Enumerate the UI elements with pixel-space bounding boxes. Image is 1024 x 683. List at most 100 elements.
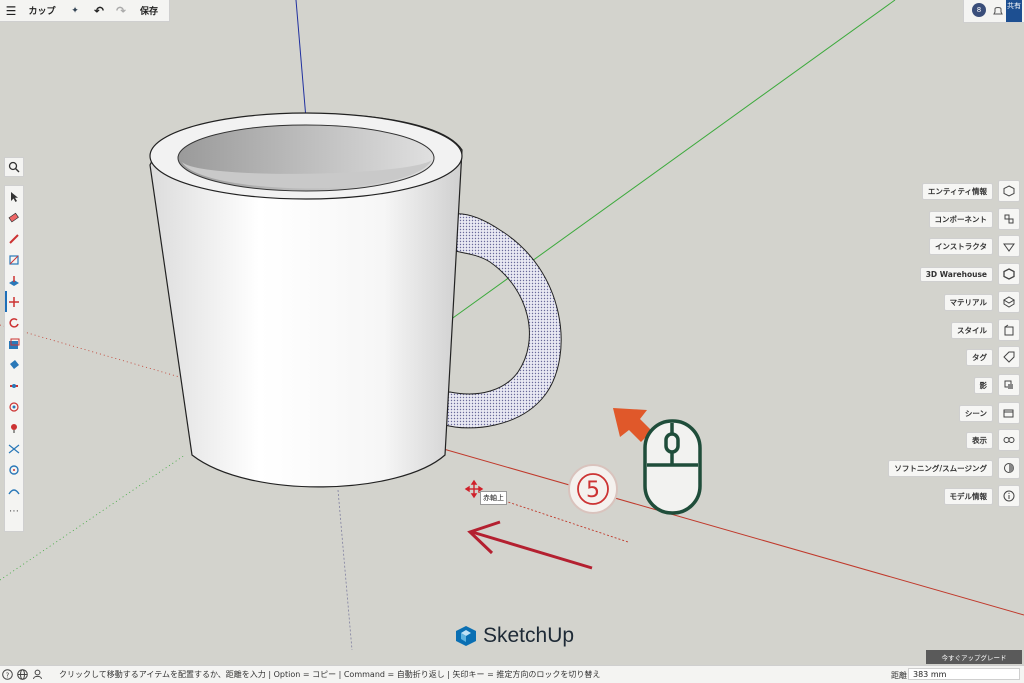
model-info-icon[interactable] — [998, 485, 1020, 507]
panel-label[interactable]: マテリアル — [943, 293, 993, 311]
panel-item-instructor[interactable]: インストラクタ — [928, 235, 1020, 257]
rotate-tool[interactable] — [5, 312, 23, 333]
materials-icon[interactable] — [998, 291, 1020, 313]
panel-item-display[interactable]: 表示 — [966, 429, 1020, 451]
soften-icon[interactable] — [998, 457, 1020, 479]
undo-icon[interactable]: ↶ — [88, 4, 110, 18]
section-tool[interactable] — [5, 438, 23, 459]
shadows-icon[interactable] — [998, 374, 1020, 396]
panel-item-styles[interactable]: スタイル — [951, 319, 1020, 341]
share-button[interactable]: 共有 — [1006, 0, 1022, 22]
components-icon[interactable] — [998, 208, 1020, 230]
arc-tool[interactable] — [5, 480, 23, 501]
more-tools[interactable]: ⋯ — [5, 501, 23, 522]
eraser-icon — [8, 212, 19, 222]
panel-label[interactable]: コンポーネント — [928, 210, 993, 228]
user-profile-icon[interactable] — [30, 669, 45, 680]
model-title[interactable]: カップ — [22, 4, 62, 17]
direction-arrow-icon — [467, 520, 593, 570]
panel-label[interactable]: モデル情報 — [943, 487, 993, 505]
panel-item-softening[interactable]: ソフトニング/スムージング — [888, 457, 1020, 479]
eraser-tool[interactable] — [5, 207, 23, 228]
redo-icon[interactable]: ↷ — [110, 4, 132, 18]
mouse-icon — [643, 419, 702, 515]
panel-label[interactable]: シーン — [958, 404, 993, 422]
distance-field[interactable]: 383 mm — [908, 668, 1020, 680]
rectangle-tool[interactable] — [5, 249, 23, 270]
save-button[interactable]: 保存 — [132, 4, 166, 17]
sparkle-icon[interactable]: ✦ — [62, 6, 88, 16]
panel-item-scenes[interactable]: シーン — [958, 402, 1020, 424]
search-tool-button[interactable] — [4, 157, 24, 177]
pan-tool[interactable] — [5, 417, 23, 438]
pencil-tool[interactable] — [5, 228, 23, 249]
panel-label[interactable]: スタイル — [951, 321, 993, 339]
panel-item-components[interactable]: コンポーネント — [928, 208, 1020, 230]
help-icon[interactable]: ? — [0, 669, 15, 680]
panel-label[interactable]: ソフトニング/スムージング — [888, 459, 993, 477]
circle-tool-icon — [9, 464, 19, 475]
arc-icon — [8, 488, 20, 494]
rectangle-icon — [9, 254, 19, 265]
panel-label[interactable]: タグ — [966, 348, 993, 366]
styles-icon[interactable] — [998, 319, 1020, 341]
notifications-icon[interactable] — [991, 4, 1005, 18]
panel-label[interactable]: 3D Warehouse — [919, 266, 993, 282]
paint-bucket-icon — [10, 359, 19, 369]
blue-axis-below — [337, 489, 353, 651]
warehouse-icon[interactable] — [998, 263, 1020, 285]
push-pull-icon — [9, 275, 19, 286]
top-toolbar: ☰ カップ ✦ ↶ ↷ 保存 — [0, 0, 170, 22]
panel-item-shadows[interactable]: 影 — [973, 374, 1020, 396]
account-area: 8 共有 — [963, 0, 1024, 23]
section-icon — [8, 444, 20, 453]
orbit-tool[interactable] — [5, 396, 23, 417]
panel-label[interactable]: 表示 — [966, 431, 993, 449]
panel-item-materials[interactable]: マテリアル — [943, 291, 1020, 313]
model-viewport[interactable]: 5 — [0, 0, 1024, 683]
move-icon — [9, 296, 19, 307]
panel-label[interactable]: インストラクタ — [928, 237, 993, 255]
sketchup-logo: SketchUp — [455, 624, 574, 648]
panel-item-3d-warehouse[interactable]: 3D Warehouse — [919, 263, 1020, 285]
panel-item-entity-info[interactable]: エンティティ情報 — [921, 180, 1020, 202]
tape-measure-tool[interactable] — [5, 375, 23, 396]
panel-item-model-info[interactable]: モデル情報 — [943, 485, 1020, 507]
hamburger-icon[interactable]: ☰ — [0, 4, 22, 18]
tags-icon[interactable] — [998, 346, 1020, 368]
scale-tool[interactable] — [5, 333, 23, 354]
select-arrow-icon — [11, 191, 18, 202]
push-pull-tool[interactable] — [5, 270, 23, 291]
left-toolbar: ⋯ — [4, 185, 24, 532]
avatar[interactable]: 8 — [972, 3, 986, 17]
panel-label[interactable]: エンティティ情報 — [921, 182, 993, 200]
scenes-icon[interactable] — [998, 402, 1020, 424]
brand-name: SketchUp — [483, 624, 575, 647]
red-axis-dotted — [0, 324, 191, 381]
paint-bucket-tool[interactable] — [5, 354, 23, 375]
globe-icon[interactable] — [15, 669, 30, 680]
svg-text:?: ? — [6, 671, 10, 679]
panel-item-tags[interactable]: タグ — [966, 346, 1020, 368]
select-tool[interactable] — [5, 186, 23, 207]
upgrade-button[interactable]: 今すぐアップグレード — [926, 650, 1022, 664]
more-icon: ⋯ — [9, 506, 19, 517]
status-hint: クリックして移動するアイテムを配置するか、距離を入力 | Option = コピ… — [59, 670, 601, 679]
walk-tool[interactable] — [5, 459, 23, 480]
status-bar: ? クリックして移動するアイテムを配置するか、距離を入力 | Option = … — [0, 665, 1024, 683]
step-badge: 5 — [568, 464, 618, 514]
orbit-hand-icon — [9, 401, 19, 412]
rotate-icon — [9, 317, 19, 328]
panel-label[interactable]: 影 — [973, 376, 993, 394]
pin-icon — [11, 423, 17, 433]
instructor-icon[interactable] — [998, 235, 1020, 257]
step-number: 5 — [586, 478, 600, 503]
pencil-icon — [9, 233, 19, 244]
tape-measure-icon — [10, 383, 18, 388]
sketchup-logo-icon — [456, 626, 476, 646]
display-icon[interactable] — [998, 429, 1020, 451]
move-tool[interactable] — [5, 291, 23, 312]
scale-icon — [9, 338, 20, 349]
entity-info-icon[interactable] — [998, 180, 1020, 202]
axis-inference-tooltip: 赤軸上 — [480, 491, 507, 505]
